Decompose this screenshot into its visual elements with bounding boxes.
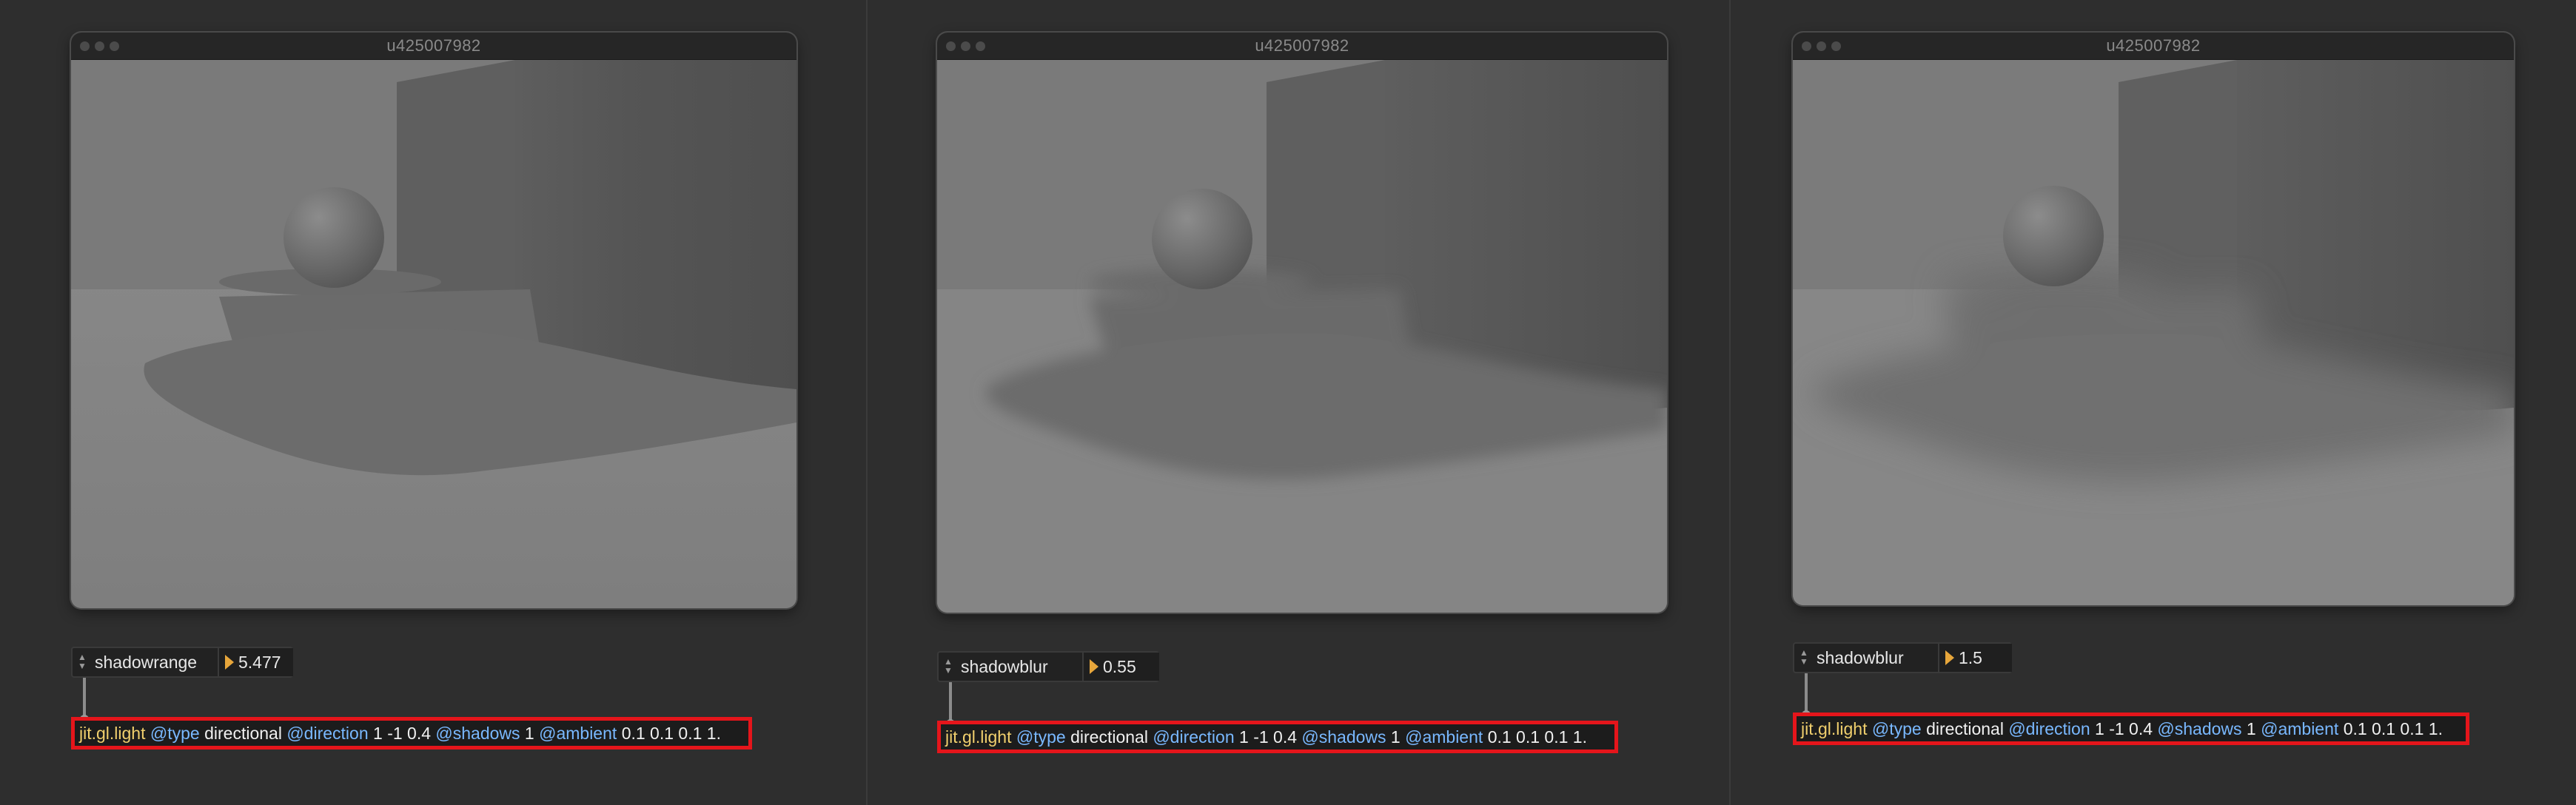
val-shadows: 1	[2246, 719, 2256, 738]
number-triangle-icon	[1945, 650, 1954, 665]
window-title: u425007982	[2106, 36, 2201, 55]
val-ambient: 0.1 0.1 0.1 1.	[2343, 719, 2443, 738]
window-titlebar[interactable]: u425007982	[937, 33, 1667, 60]
render-window[interactable]: u425007982	[937, 33, 1667, 613]
object-text: jit.gl.light @type directional @directio…	[79, 721, 721, 746]
object-name: jit.gl.light	[79, 724, 146, 743]
object-text: jit.gl.light @type directional @directio…	[945, 724, 1587, 750]
gl-scene-viewport[interactable]	[937, 60, 1667, 613]
window-titlebar[interactable]: u425007982	[1793, 33, 2514, 60]
render-window[interactable]: u425007982	[1793, 33, 2514, 605]
jit-gl-light-object[interactable]: jit.gl.light @type directional @directio…	[1793, 713, 2469, 745]
object-name: jit.gl.light	[1801, 719, 1868, 738]
panel-3: u425007982 ▲ ▼ shadowblur 1.5 jit.gl.lig…	[1731, 0, 2576, 805]
attrui-label: shadowblur	[1817, 648, 1904, 667]
val-type: directional	[1070, 727, 1148, 747]
render-window[interactable]: u425007982	[71, 33, 796, 608]
attr-type: @type	[150, 724, 200, 743]
attr-type: @type	[1871, 719, 1922, 738]
attr-ambient: @ambient	[2261, 719, 2339, 738]
attr-shadows: @shadows	[2157, 719, 2242, 738]
val-type: directional	[1926, 719, 2004, 738]
gl-scene	[1793, 60, 2514, 605]
window-title: u425007982	[1255, 36, 1349, 55]
number-value[interactable]: 5.477	[238, 648, 281, 676]
val-direction: 1 -1 0.4	[2095, 719, 2153, 738]
attrui-shadowblur[interactable]: ▲ ▼ shadowblur 1.5	[1793, 642, 2012, 673]
number-box[interactable]: 1.5	[1938, 644, 2012, 672]
gl-scene-viewport[interactable]	[71, 60, 796, 608]
panel-2: u425007982 ▲ ▼ shadowblur 0.55 jit.gl.li…	[868, 0, 1729, 805]
patcher-canvas: u425007982 ▲ ▼ shadowrange 5.477 jit.gl.…	[0, 0, 2576, 805]
up-down-arrows-icon[interactable]: ▲ ▼	[77, 653, 87, 672]
val-shadows: 1	[524, 724, 534, 743]
attr-type: @type	[1016, 727, 1066, 747]
val-type: directional	[204, 724, 282, 743]
patch-cord[interactable]	[949, 682, 952, 724]
jit-gl-light-object[interactable]: jit.gl.light @type directional @directio…	[937, 721, 1618, 753]
attrui-label: shadowrange	[95, 653, 198, 672]
gl-scene	[71, 60, 796, 608]
number-value[interactable]: 0.55	[1103, 653, 1136, 681]
window-titlebar[interactable]: u425007982	[71, 33, 796, 60]
val-direction: 1 -1 0.4	[373, 724, 432, 743]
patch-cord[interactable]	[1805, 673, 1808, 715]
attr-ambient: @ambient	[1405, 727, 1483, 747]
val-direction: 1 -1 0.4	[1239, 727, 1298, 747]
attr-shadows: @shadows	[435, 724, 520, 743]
attrui-shadowrange[interactable]: ▲ ▼ shadowrange 5.477	[71, 647, 293, 678]
number-triangle-icon	[1090, 659, 1099, 674]
panel-1: u425007982 ▲ ▼ shadowrange 5.477 jit.gl.…	[0, 0, 866, 805]
val-ambient: 0.1 0.1 0.1 1.	[1487, 727, 1587, 747]
number-triangle-icon	[225, 655, 234, 670]
number-box[interactable]: 5.477	[218, 648, 293, 676]
jit-gl-light-object[interactable]: jit.gl.light @type directional @directio…	[71, 717, 752, 750]
attr-direction: @direction	[1153, 727, 1235, 747]
gl-scene-viewport[interactable]	[1793, 60, 2514, 605]
attr-direction: @direction	[286, 724, 369, 743]
val-shadows: 1	[1390, 727, 1401, 747]
window-title: u425007982	[386, 36, 481, 55]
val-ambient: 0.1 0.1 0.1 1.	[621, 724, 721, 743]
attrui-shadowblur[interactable]: ▲ ▼ shadowblur 0.55	[937, 651, 1159, 682]
attr-direction: @direction	[2008, 719, 2090, 738]
gl-scene	[937, 60, 1667, 613]
up-down-arrows-icon[interactable]: ▲ ▼	[943, 657, 953, 676]
number-box[interactable]: 0.55	[1082, 653, 1159, 681]
attr-shadows: @shadows	[1301, 727, 1386, 747]
object-name: jit.gl.light	[945, 727, 1012, 747]
up-down-arrows-icon[interactable]: ▲ ▼	[1799, 648, 1809, 667]
number-value[interactable]: 1.5	[1959, 644, 1982, 672]
attrui-label: shadowblur	[961, 657, 1048, 676]
object-text: jit.gl.light @type directional @directio…	[1801, 716, 2443, 741]
patch-cord[interactable]	[83, 678, 86, 719]
attr-ambient: @ambient	[539, 724, 617, 743]
